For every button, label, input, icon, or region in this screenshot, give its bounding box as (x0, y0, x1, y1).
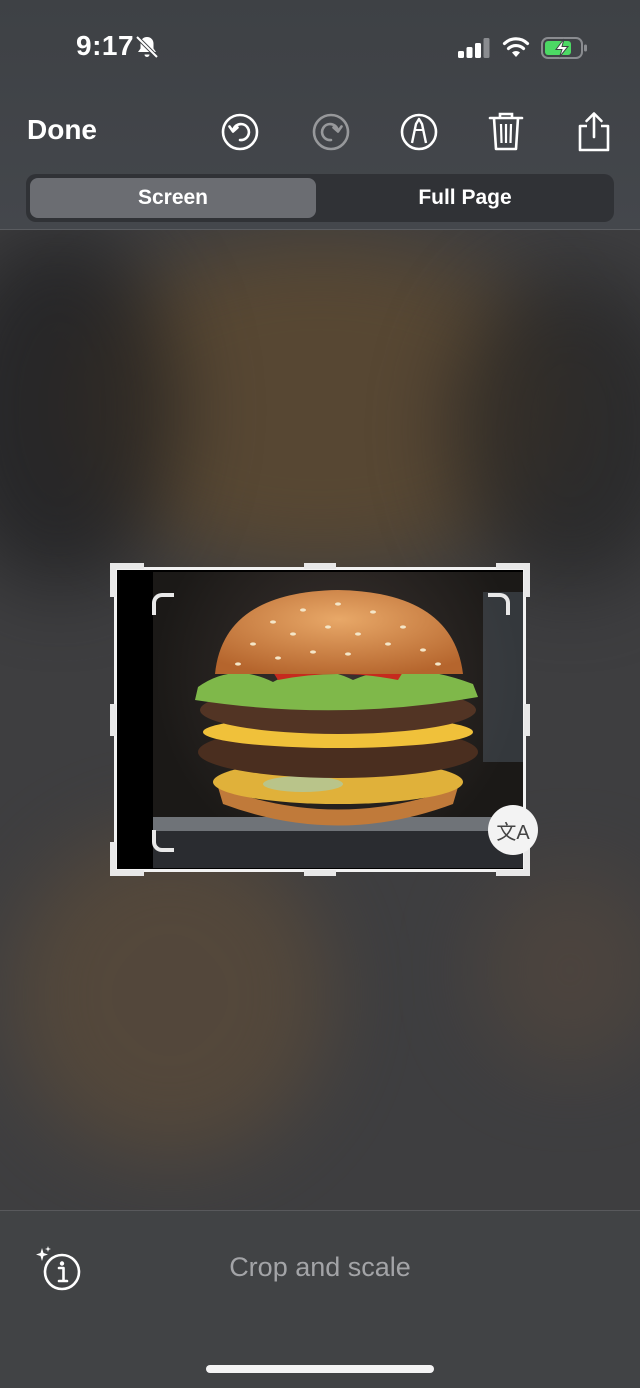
bell-slash-icon (135, 35, 159, 59)
inner-crop-corner (152, 830, 174, 852)
wifi-icon (502, 37, 530, 57)
crop-handle-right-edge[interactable] (524, 704, 530, 736)
inner-crop-corner (152, 593, 174, 615)
share-icon[interactable] (574, 110, 614, 154)
segment-screen[interactable]: Screen (30, 178, 316, 218)
done-button[interactable]: Done (27, 114, 97, 146)
crop-handle-bottom-edge[interactable] (304, 870, 336, 876)
redo-icon[interactable] (311, 110, 351, 154)
top-toolbar: 9:17 Done Screen Full Page (0, 0, 640, 230)
translate-icon: 文A (496, 821, 530, 844)
battery-charging-icon (541, 37, 587, 59)
home-indicator[interactable] (206, 1365, 434, 1373)
inner-crop-corner (488, 593, 510, 615)
crop-handle-top-right-vertical[interactable] (524, 563, 530, 597)
crop-handle-top-edge[interactable] (304, 563, 336, 569)
segment-full-page[interactable]: Full Page (322, 178, 608, 218)
crop-handle-bottom-left-vertical[interactable] (110, 842, 116, 876)
screenshot-preview[interactable] (114, 567, 526, 872)
markup-pen-icon[interactable] (399, 110, 439, 154)
crop-handle-left-edge[interactable] (110, 704, 116, 736)
bottom-toolbar (0, 1210, 640, 1388)
translate-button[interactable]: 文A (488, 805, 538, 855)
backdrop-blur (480, 870, 640, 1070)
cellular-signal-icon (458, 38, 490, 58)
backdrop-blur (10, 830, 330, 1160)
burger-photo (153, 572, 523, 868)
status-time: 9:17 (76, 30, 135, 61)
crop-and-scale-label: Crop and scale (229, 1252, 411, 1282)
burger-illustration (153, 590, 523, 868)
crop-handle-top-left-vertical[interactable] (110, 563, 116, 597)
undo-icon[interactable] (220, 110, 260, 154)
trash-icon[interactable] (486, 110, 526, 154)
capture-mode-segmented-control: Screen Full Page (26, 174, 614, 222)
